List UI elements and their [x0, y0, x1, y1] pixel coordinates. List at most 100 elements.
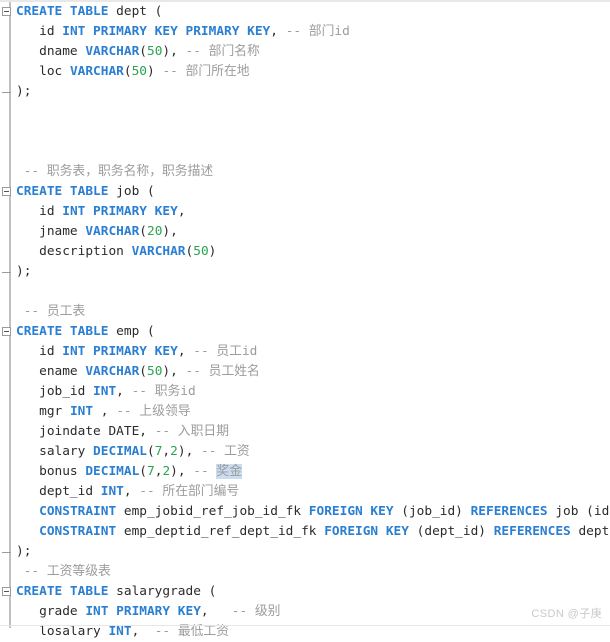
code-line[interactable] [13, 282, 610, 302]
code-token: job_id [16, 384, 94, 399]
code-line[interactable]: id INT PRIMARY KEY, -- 员工id [13, 342, 610, 362]
code-token: dept_id [16, 484, 101, 499]
code-token: CREATE TABLE [16, 184, 109, 199]
code-line[interactable]: ename VARCHAR(50), -- 员工姓名 [13, 362, 610, 382]
code-line[interactable]: id INT PRIMARY KEY PRIMARY KEY, -- 部门id [13, 22, 610, 42]
code-line[interactable]: loc VARCHAR(50) -- 部门所在地 [13, 62, 610, 82]
code-line[interactable]: -- 职务表，职务名称，职务描述 [13, 162, 610, 182]
code-token: ); [16, 84, 32, 99]
code-token: bonus [16, 464, 86, 479]
code-line[interactable]: CREATE TABLE job ( [13, 182, 610, 202]
fold-end-icon[interactable] [2, 272, 11, 273]
code-line[interactable]: job_id INT, -- 职务id [13, 382, 610, 402]
code-line[interactable]: id INT PRIMARY KEY, [13, 202, 610, 222]
code-token: (dept_id) [408, 524, 494, 539]
code-token: CREATE TABLE [16, 584, 109, 599]
code-token: -- 员工表 [16, 304, 86, 319]
code-token: DECIMAL [85, 464, 140, 479]
code-editor[interactable]: CREATE TABLE dept ( id INT PRIMARY KEY P… [0, 0, 610, 639]
code-token: ) [208, 244, 217, 259]
code-line[interactable]: CREATE TABLE emp ( [13, 322, 610, 342]
code-line[interactable]: jname VARCHAR(20), [13, 222, 610, 242]
code-token: dname [16, 44, 86, 59]
code-token: emp_deptid_ref_dept_id_fk [116, 524, 325, 539]
code-token: salary [16, 444, 94, 459]
editor-gutter[interactable] [0, 2, 13, 628]
code-token: ename [16, 364, 86, 379]
code-token: 50 [147, 44, 163, 59]
code-line[interactable]: ); [13, 542, 610, 562]
code-token: ( [139, 44, 147, 59]
code-line[interactable]: CONSTRAINT emp_jobid_ref_job_id_fk FOREI… [13, 502, 610, 522]
code-token: REFERENCES [493, 524, 571, 539]
code-token: , [162, 444, 171, 459]
code-token: -- 部门名称 [185, 44, 260, 59]
code-surface[interactable]: CREATE TABLE dept ( id INT PRIMARY KEY P… [13, 2, 610, 639]
code-token: CREATE TABLE [16, 324, 109, 339]
code-token: (job_id) [393, 504, 471, 519]
code-token: -- 入职日期 [154, 424, 229, 439]
fold-end-icon[interactable] [2, 552, 11, 553]
code-token: CREATE TABLE [16, 4, 109, 19]
code-line[interactable]: ); [13, 262, 610, 282]
code-token: -- [193, 464, 217, 479]
code-token: FOREIGN KEY [324, 524, 409, 539]
code-line[interactable] [13, 102, 610, 122]
code-token: , [177, 344, 194, 359]
code-line[interactable]: mgr INT , -- 上级领导 [13, 402, 610, 422]
code-token: CONSTRAINT [39, 524, 117, 539]
code-line[interactable]: dept_id INT, -- 所在部门编号 [13, 482, 610, 502]
code-token: INT PRIMARY KEY [62, 344, 178, 359]
code-token: INT [93, 384, 117, 399]
code-token: emp ( [108, 324, 155, 339]
code-token: -- 工资 [200, 444, 250, 459]
gutter-rail [9, 2, 11, 628]
code-token: mgr [16, 404, 70, 419]
code-line[interactable]: salary DECIMAL(7,2), -- 工资 [13, 442, 610, 462]
code-token: INT [108, 624, 132, 639]
code-line[interactable] [13, 122, 610, 142]
code-token: -- 工资等级表 [16, 564, 111, 579]
code-token: 50 [131, 64, 148, 79]
code-token: id [16, 204, 63, 219]
fold-collapse-icon[interactable] [2, 327, 11, 336]
fold-collapse-icon[interactable] [2, 187, 11, 196]
code-token: VARCHAR [85, 364, 140, 379]
selected-text: 奖金 [216, 464, 242, 479]
code-token: VARCHAR [69, 64, 124, 79]
fold-end-icon[interactable] [2, 92, 11, 93]
code-token: INT [69, 404, 94, 419]
code-token: , [123, 484, 140, 499]
code-token: description [16, 244, 132, 259]
code-token: ), [162, 364, 186, 379]
code-line[interactable]: CONSTRAINT emp_deptid_ref_dept_id_fk FOR… [13, 522, 610, 542]
code-token: loc [16, 64, 70, 79]
fold-collapse-icon[interactable] [2, 7, 11, 16]
code-token: , [93, 404, 117, 419]
code-line[interactable]: description VARCHAR(50) [13, 242, 610, 262]
fold-collapse-icon[interactable] [2, 587, 11, 596]
code-token: , [131, 624, 155, 639]
code-token: INT PRIMARY KEY [85, 604, 201, 619]
code-token: ), [170, 464, 194, 479]
code-line[interactable]: dname VARCHAR(50), -- 部门名称 [13, 42, 610, 62]
code-line[interactable] [13, 142, 610, 162]
code-line[interactable]: joindate DATE, -- 入职日期 [13, 422, 610, 442]
code-token: 50 [147, 364, 163, 379]
code-token: ( [139, 364, 147, 379]
code-token: -- 部门所在地 [162, 64, 250, 79]
code-line[interactable]: CREATE TABLE salarygrade ( [13, 582, 610, 602]
code-token: -- 职务id [131, 384, 196, 399]
code-line[interactable]: bonus DECIMAL(7,2), -- 奖金 [13, 462, 610, 482]
code-token: 2 [170, 444, 178, 459]
code-line[interactable]: CREATE TABLE dept ( [13, 2, 610, 22]
code-line[interactable]: ); [13, 82, 610, 102]
code-line[interactable]: -- 员工表 [13, 302, 610, 322]
code-token: -- 职务表，职务名称，职务描述 [16, 164, 214, 179]
code-line[interactable]: -- 工资等级表 [13, 562, 610, 582]
code-line[interactable]: grade INT PRIMARY KEY, -- 级别 [13, 602, 610, 622]
code-token: , [177, 204, 186, 219]
code-token: VARCHAR [85, 224, 140, 239]
